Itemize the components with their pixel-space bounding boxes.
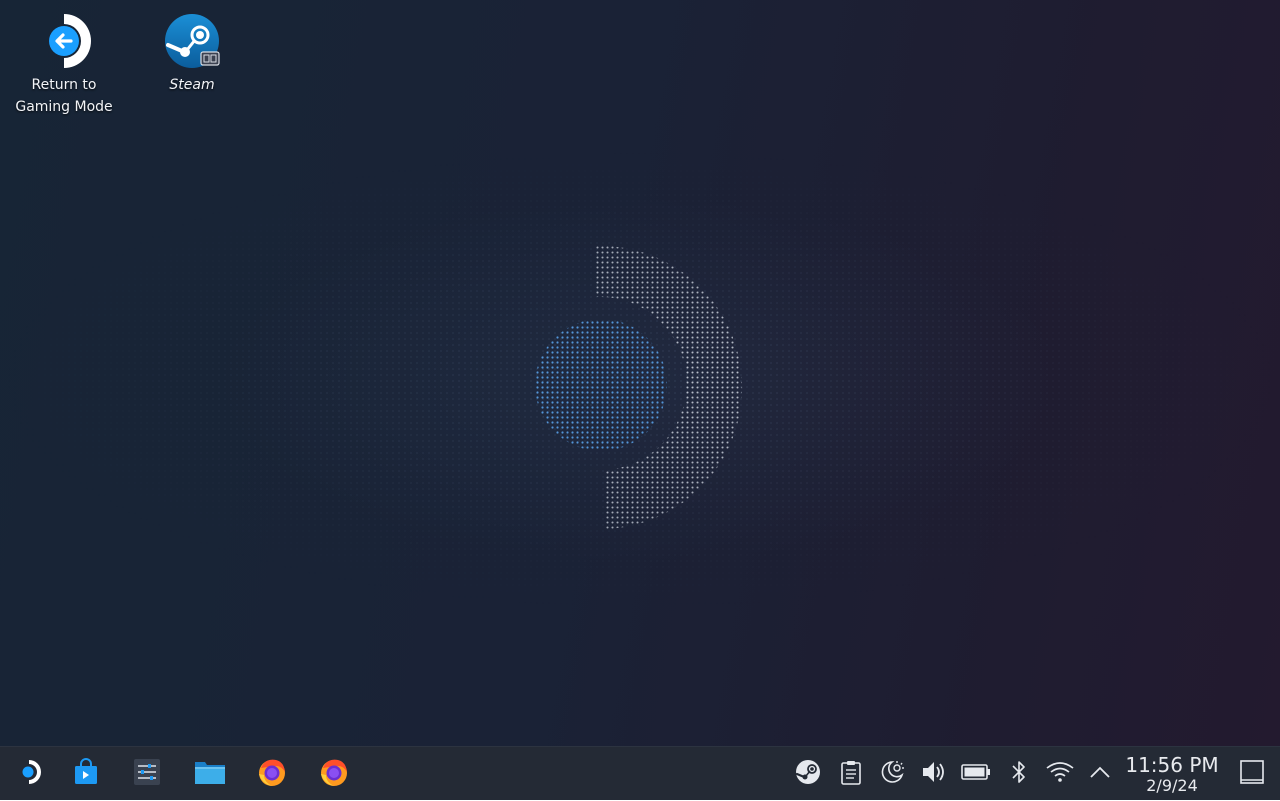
- clock-date: 2/9/24: [1146, 776, 1198, 795]
- firefox-icon: [256, 756, 288, 792]
- wifi-icon: [1045, 759, 1075, 789]
- return-to-gaming-mode-label: Return to Gaming Mode: [15, 77, 113, 115]
- taskbar-system-settings-button[interactable]: [124, 747, 170, 801]
- chevron-up-icon: [1089, 764, 1111, 784]
- store-bag-icon: [72, 758, 100, 790]
- tray-steam-button[interactable]: [790, 747, 826, 801]
- steam-shortcut[interactable]: Steam: [132, 12, 252, 96]
- tray-bluetooth-button[interactable]: [1001, 747, 1037, 801]
- bluetooth-icon: [1010, 759, 1028, 789]
- tray-wifi-button[interactable]: [1042, 747, 1078, 801]
- tray-show-hidden-button[interactable]: [1082, 747, 1118, 801]
- taskbar: 11:56 PM 2/9/24: [0, 746, 1280, 800]
- folder-icon: [194, 758, 226, 790]
- tray-battery-button[interactable]: [958, 747, 994, 801]
- steam-label: Steam: [169, 77, 215, 93]
- clock-time: 11:56 PM: [1125, 753, 1219, 777]
- return-to-gaming-mode-shortcut[interactable]: Return to Gaming Mode: [4, 12, 124, 118]
- speaker-icon: [920, 759, 948, 789]
- taskbar-firefox-button[interactable]: [311, 747, 357, 801]
- tray-night-light-button[interactable]: [875, 747, 911, 801]
- application-launcher-button[interactable]: [6, 747, 52, 801]
- wallpaper-steamos-logo: [535, 245, 743, 529]
- digital-clock[interactable]: 11:56 PM 2/9/24: [1118, 753, 1226, 795]
- night-light-icon: [880, 759, 906, 789]
- show-desktop-icon: [1239, 759, 1265, 789]
- settings-sliders-icon: [133, 758, 161, 790]
- tray-clipboard-button[interactable]: [833, 747, 869, 801]
- taskbar-file-manager-button[interactable]: [187, 747, 233, 801]
- taskbar-discover-button[interactable]: [63, 747, 109, 801]
- logo-inner-circle: [535, 319, 667, 451]
- firefox-icon: [318, 756, 350, 792]
- steamos-logo-icon: [16, 759, 42, 789]
- tray-volume-button[interactable]: [916, 747, 952, 801]
- steam-icon: [163, 12, 221, 70]
- show-desktop-button[interactable]: [1238, 760, 1266, 788]
- clipboard-icon: [840, 759, 862, 789]
- steam-tray-icon: [795, 759, 821, 789]
- battery-icon: [961, 762, 991, 786]
- return-to-gaming-mode-icon: [35, 12, 93, 70]
- desktop[interactable]: Return to Gaming Mode Steam: [0, 0, 1280, 746]
- taskbar-firefox-button[interactable]: [249, 747, 295, 801]
